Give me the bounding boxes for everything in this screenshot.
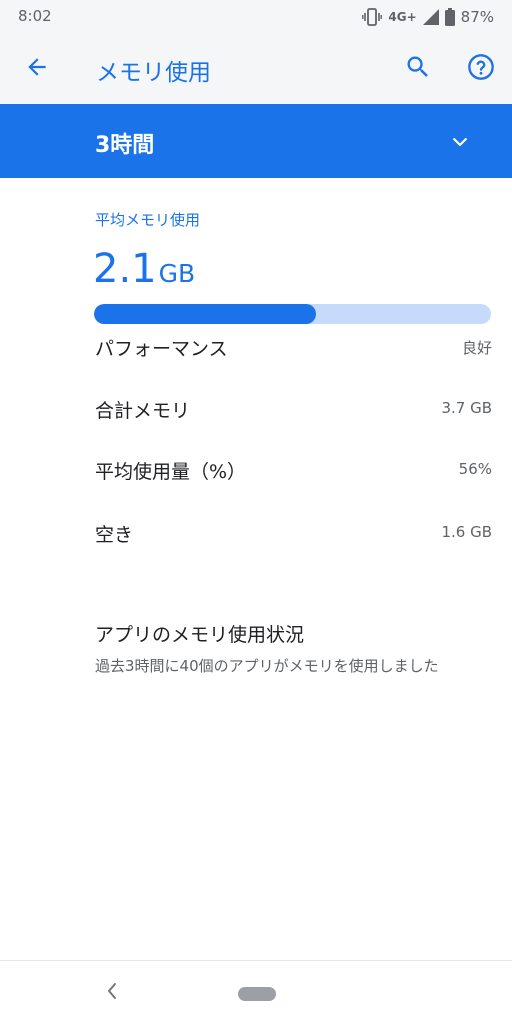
chevron-down-icon	[446, 128, 474, 156]
status-time: 8:02	[18, 7, 52, 25]
help-icon	[467, 53, 495, 85]
average-memory-label: 平均メモリ使用	[95, 211, 201, 229]
total-memory-value: 3.7 GB	[441, 399, 492, 417]
chevron-left-icon	[105, 982, 119, 1004]
network-type: 4G+	[388, 10, 417, 24]
page-title: メモリ使用	[96, 60, 211, 86]
app-memory-usage-item[interactable]: アプリのメモリ使用状況 過去3時間に40個のアプリがメモリを使用しました	[95, 620, 495, 679]
search-button[interactable]	[394, 45, 442, 93]
arrow-back-icon	[24, 54, 50, 84]
performance-row: パフォーマンス 良好	[95, 334, 492, 364]
app-bar: メモリ使用	[0, 34, 512, 104]
vibrate-icon	[362, 8, 383, 26]
screen: 8:02 4G+ 87% メモリ使用 3時間 平均メモリ使用 2.1GB パフォ…	[0, 0, 512, 1024]
signal-icon	[422, 9, 439, 25]
total-memory-row: 合計メモリ 3.7 GB	[95, 396, 492, 426]
navigation-bar	[0, 960, 512, 1024]
time-range-selector[interactable]: 3時間	[0, 104, 512, 178]
average-memory-value: 2.1GB	[93, 246, 195, 292]
help-button[interactable]	[457, 45, 505, 93]
battery-icon	[444, 8, 455, 26]
performance-label: パフォーマンス	[95, 338, 228, 360]
search-icon	[404, 53, 432, 85]
average-memory-unit: GB	[158, 259, 196, 288]
free-memory-label: 空き	[95, 524, 134, 546]
performance-value: 良好	[461, 339, 492, 357]
nav-home-button[interactable]	[238, 987, 276, 1001]
average-usage-row: 平均使用量（%） 56%	[95, 457, 492, 487]
memory-usage-bar	[94, 304, 491, 324]
average-usage-value: 56%	[458, 460, 492, 478]
memory-usage-bar-fill	[94, 304, 317, 324]
app-memory-usage-title: アプリのメモリ使用状況	[95, 624, 305, 646]
app-memory-usage-summary: 過去3時間に40個のアプリがメモリを使用しました	[95, 657, 439, 675]
free-memory-value: 1.6 GB	[441, 523, 492, 541]
free-memory-row: 空き 1.6 GB	[95, 520, 492, 550]
total-memory-label: 合計メモリ	[95, 400, 191, 422]
status-bar: 8:02 4G+ 87%	[0, 0, 512, 34]
average-usage-label: 平均使用量（%）	[95, 461, 247, 483]
time-range-value: 3時間	[95, 133, 155, 158]
average-memory-number: 2.1	[93, 246, 157, 292]
battery-level: 87%	[460, 8, 494, 26]
nav-back-button[interactable]	[100, 979, 124, 1007]
status-icons: 4G+ 87%	[362, 6, 494, 28]
back-button[interactable]	[13, 45, 61, 93]
